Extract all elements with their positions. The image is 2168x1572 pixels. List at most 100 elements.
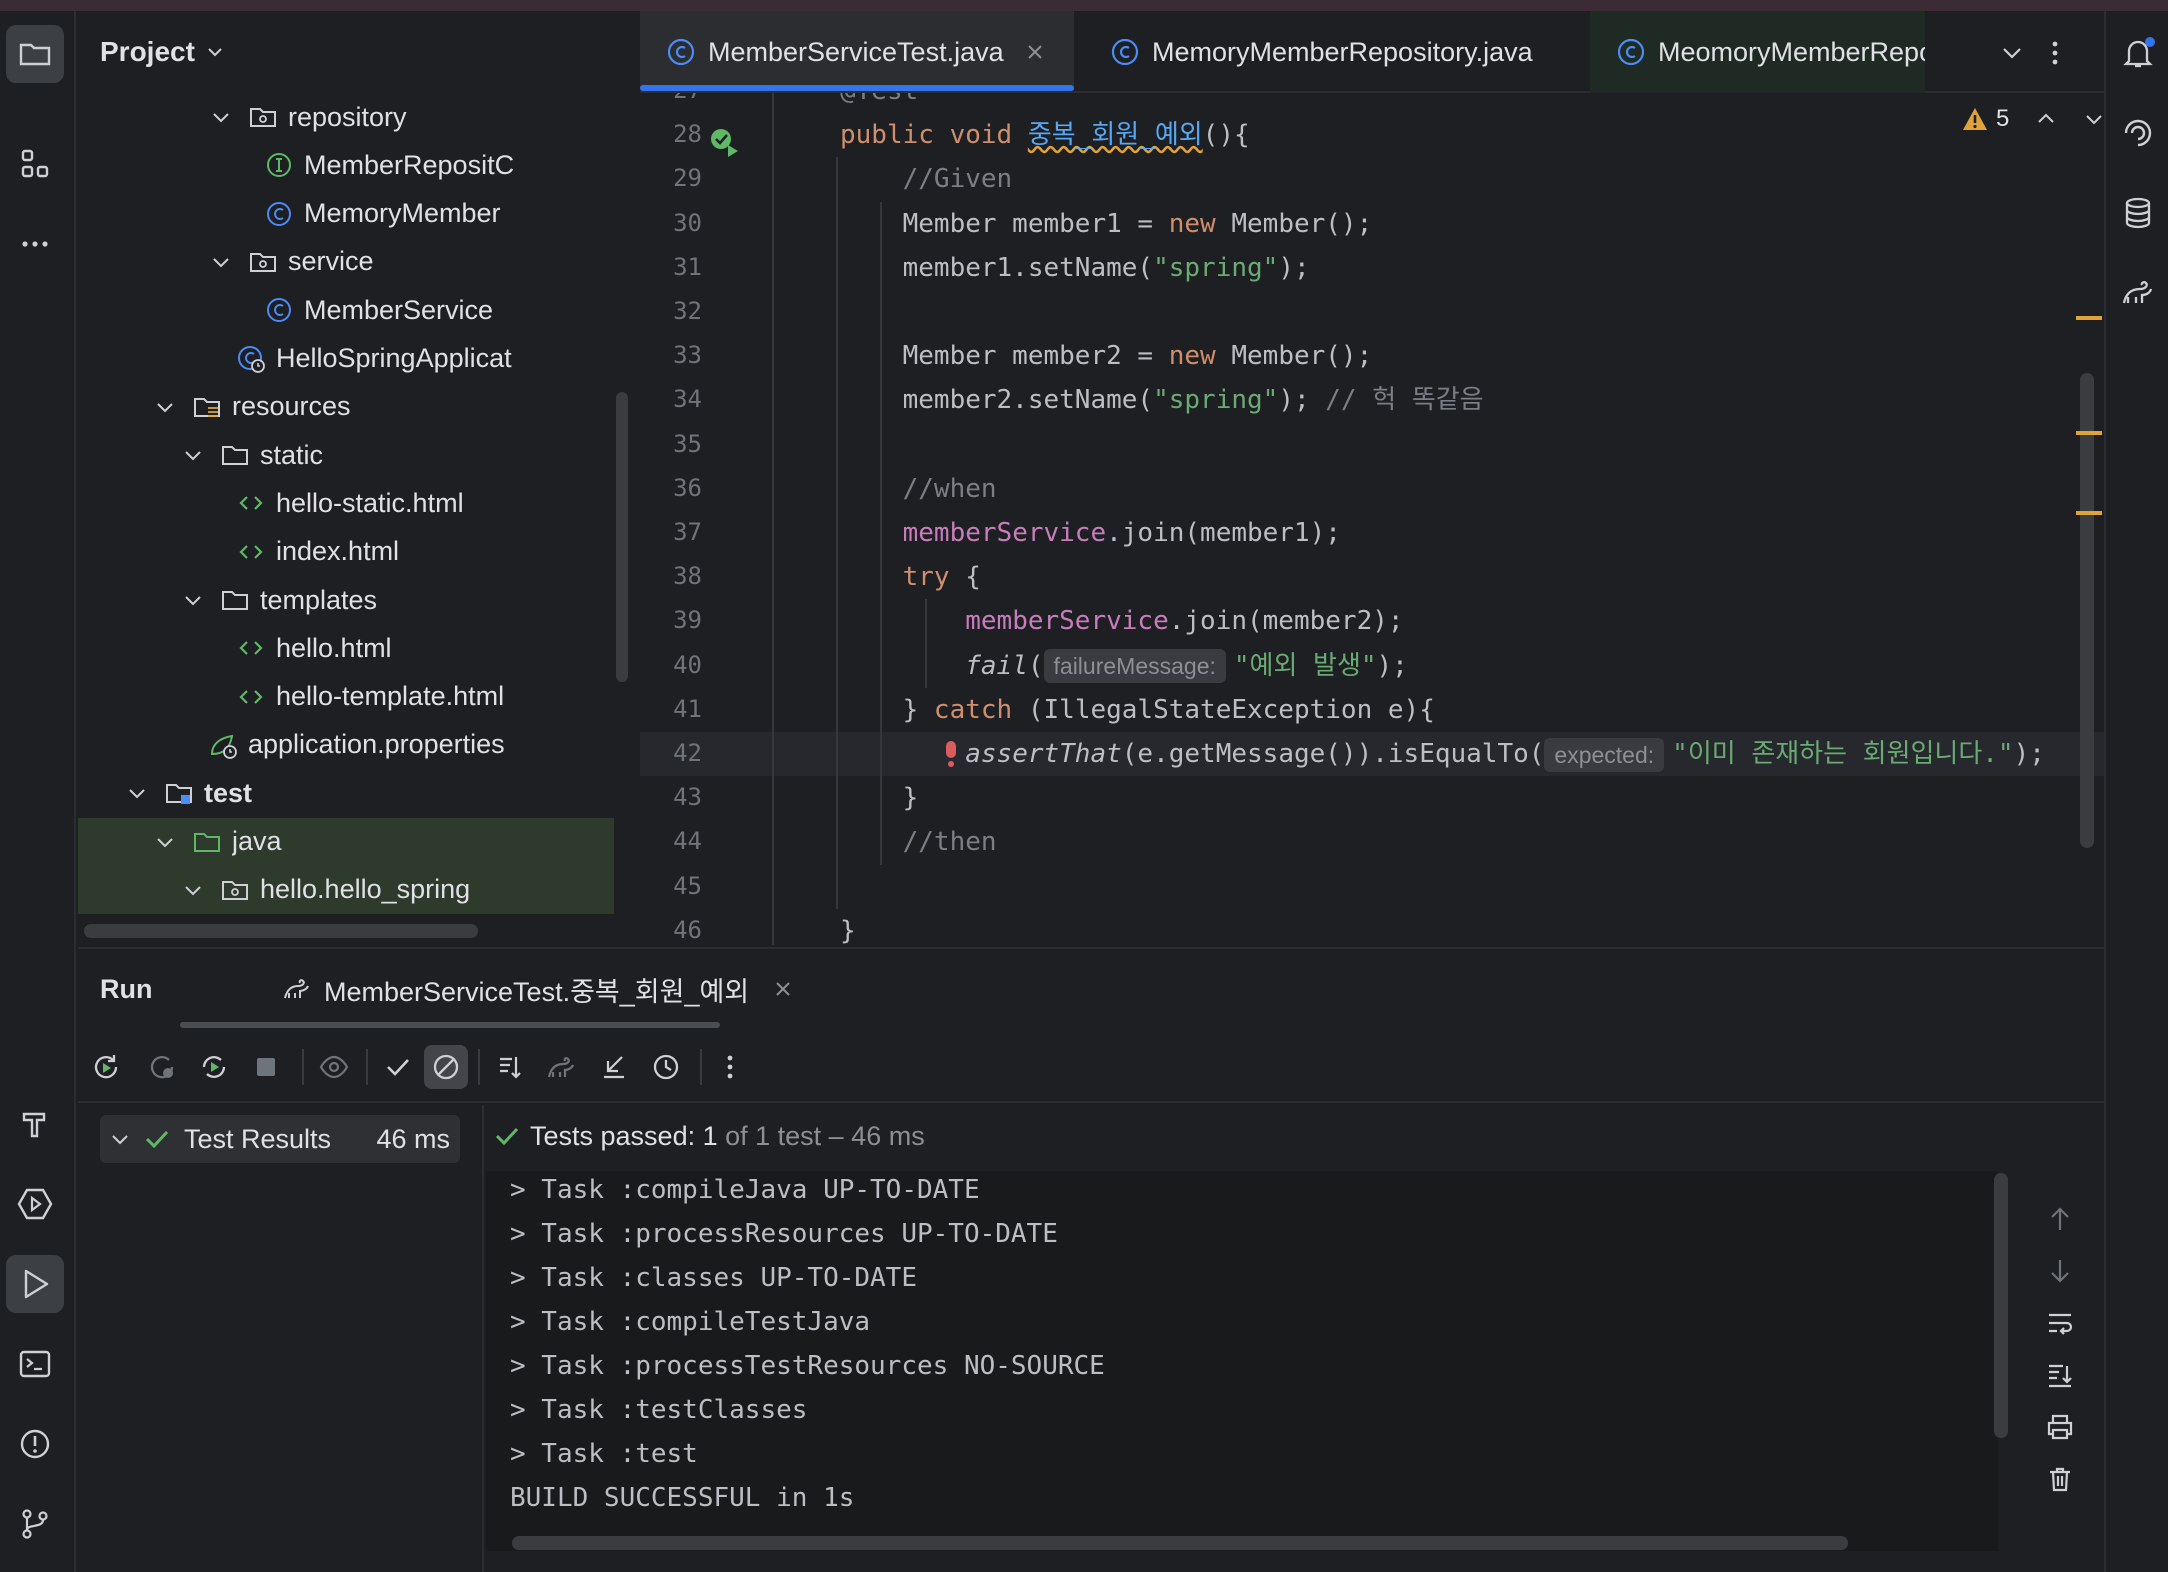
tree-item[interactable]: repository — [78, 93, 614, 141]
tab-member-service-test[interactable]: MemberServiceTest.java — [640, 11, 1074, 93]
chevron-down-icon[interactable] — [182, 589, 204, 611]
test-results-root[interactable]: Test Results 46 ms — [100, 1115, 460, 1163]
tab-list-chevron-icon[interactable] — [2000, 41, 2024, 65]
editor-vertical-scrollbar[interactable] — [2080, 373, 2094, 848]
project-horizontal-scrollbar[interactable] — [84, 924, 478, 938]
run-tool-button[interactable] — [6, 1255, 64, 1313]
scroll-down-button[interactable] — [2040, 1251, 2080, 1291]
chevron-down-icon[interactable] — [182, 444, 204, 466]
chevron-down-icon[interactable] — [110, 1129, 130, 1149]
database-button[interactable] — [2114, 189, 2162, 237]
warning-stripe-mark[interactable] — [2076, 511, 2102, 515]
code-line[interactable]: public void 중복_회원_예외(){ — [840, 113, 1250, 157]
code-line[interactable]: memberService.join(member2); — [840, 599, 1403, 643]
console-output[interactable]: > Task :compileJava UP-TO-DATE > Task :pr… — [486, 1171, 1998, 1551]
code-line[interactable]: fail(failureMessage: "예외 발생"); — [840, 644, 1408, 688]
inspection-widget[interactable]: 5 — [1962, 105, 2104, 133]
rerun-button[interactable] — [84, 1045, 128, 1089]
code-line[interactable]: assertThat(e.getMessage()).isEqualTo(exp… — [840, 732, 2045, 776]
run-config-tab[interactable]: MemberServiceTest.중복_회원_예외 — [198, 949, 791, 1029]
code-line[interactable]: } catch (IllegalStateException e){ — [840, 688, 1435, 732]
warning-stripe-mark[interactable] — [2076, 431, 2102, 435]
tab-more-icon[interactable] — [2042, 39, 2068, 67]
code-line[interactable]: Member member2 = new Member(); — [840, 334, 1373, 378]
project-vertical-scrollbar[interactable] — [616, 392, 628, 682]
code-line[interactable]: memberService.join(member1); — [840, 511, 1341, 555]
project-tool-button[interactable] — [6, 25, 64, 83]
code-line[interactable]: } — [840, 776, 919, 820]
gradle-button[interactable] — [2114, 269, 2162, 317]
tree-item[interactable]: application.properties — [78, 721, 614, 769]
show-ignored-button[interactable] — [312, 1045, 356, 1089]
close-icon[interactable] — [775, 981, 791, 997]
code-line[interactable]: //then — [840, 820, 997, 864]
tree-item[interactable]: test — [78, 769, 614, 817]
console-vertical-scrollbar[interactable] — [1994, 1173, 2008, 1438]
clear-all-button[interactable] — [2040, 1459, 2080, 1499]
chevron-down-icon[interactable] — [2083, 108, 2104, 130]
tree-item[interactable]: hello.html — [78, 624, 614, 672]
tree-item[interactable]: static — [78, 431, 614, 479]
tree-item[interactable]: service — [78, 238, 614, 286]
error-marker-icon[interactable] — [942, 739, 960, 769]
rerun-failed-button[interactable] — [140, 1045, 184, 1089]
chevron-down-icon[interactable] — [126, 782, 148, 804]
build-tool-button[interactable] — [6, 1095, 64, 1153]
scroll-up-button[interactable] — [2040, 1199, 2080, 1239]
tab-memory-member-repository[interactable]: MemoryMemberRepository.java — [1092, 11, 1562, 93]
notifications-button[interactable] — [2114, 29, 2162, 77]
code-line[interactable]: member1.setName("spring"); — [840, 246, 1310, 290]
scroll-to-end-button[interactable] — [2040, 1355, 2080, 1395]
code-line[interactable]: } — [840, 909, 856, 945]
services-tool-button[interactable] — [6, 1175, 64, 1233]
soft-wrap-button[interactable] — [2040, 1303, 2080, 1343]
code-line[interactable]: try { — [840, 555, 981, 599]
tree-item[interactable]: MemberService — [78, 286, 614, 334]
run-more-button[interactable] — [708, 1045, 752, 1089]
git-tool-button[interactable] — [6, 1495, 64, 1553]
chevron-down-icon[interactable] — [154, 396, 176, 418]
print-button[interactable] — [2040, 1407, 2080, 1447]
tree-item[interactable]: templates — [78, 576, 614, 624]
test-history-button[interactable] — [644, 1045, 688, 1089]
tree-item[interactable]: index.html — [78, 528, 614, 576]
warning-stripe-mark[interactable] — [2076, 316, 2102, 320]
chevron-down-icon[interactable] — [154, 831, 176, 853]
tree-item[interactable]: java — [78, 817, 614, 866]
console-horizontal-scrollbar[interactable] — [512, 1536, 1848, 1550]
code-line[interactable]: //Given — [840, 157, 1013, 201]
project-header[interactable]: Project — [78, 11, 638, 93]
code-line[interactable]: //when — [840, 467, 997, 511]
problems-tool-button[interactable] — [6, 1415, 64, 1473]
more-tools-button[interactable] — [6, 215, 64, 273]
chevron-up-icon[interactable] — [2035, 108, 2057, 130]
tree-item[interactable]: MemoryMember — [78, 190, 614, 238]
tree-item[interactable]: HelloSpringApplicat — [78, 335, 614, 383]
show-ignored-toggle-button[interactable] — [424, 1045, 468, 1089]
toggle-auto-test-button[interactable] — [192, 1045, 236, 1089]
test-passed-run-icon[interactable] — [708, 125, 742, 159]
import-tests-button[interactable] — [592, 1045, 636, 1089]
chevron-down-icon[interactable] — [210, 251, 232, 273]
show-passed-button[interactable] — [376, 1045, 420, 1089]
code-line[interactable]: member2.setName("spring"); // 헉 똑같음 — [840, 378, 1484, 422]
stop-button[interactable] — [244, 1045, 288, 1089]
tree-item[interactable]: hello.hello_spring — [78, 865, 614, 914]
chevron-down-icon[interactable] — [205, 42, 225, 62]
ai-assistant-button[interactable] — [2114, 109, 2162, 157]
sort-button[interactable] — [488, 1045, 532, 1089]
code-line[interactable]: @Test — [840, 93, 918, 113]
terminal-tool-button[interactable] — [6, 1335, 64, 1393]
tree-item[interactable]: hello-static.html — [78, 479, 614, 527]
tab-meomory-member-repository[interactable]: MeomoryMemberRepositс — [1590, 11, 1925, 93]
close-icon[interactable] — [1026, 43, 1044, 61]
gradle-tasks-button[interactable] — [540, 1045, 584, 1089]
chevron-down-icon[interactable] — [210, 106, 232, 128]
code-line[interactable]: Member member1 = new Member(); — [840, 202, 1373, 246]
tree-item[interactable]: hello-template.html — [78, 673, 614, 721]
code-editor[interactable]: 27 @Test 28 public void 중복_회원_예외(){29 //Giv… — [640, 93, 2104, 945]
chevron-down-icon[interactable] — [182, 879, 204, 901]
tree-item[interactable]: resources — [78, 383, 614, 431]
structure-tool-button[interactable] — [6, 135, 64, 193]
tree-item[interactable]: MemberRepositС — [78, 141, 614, 189]
